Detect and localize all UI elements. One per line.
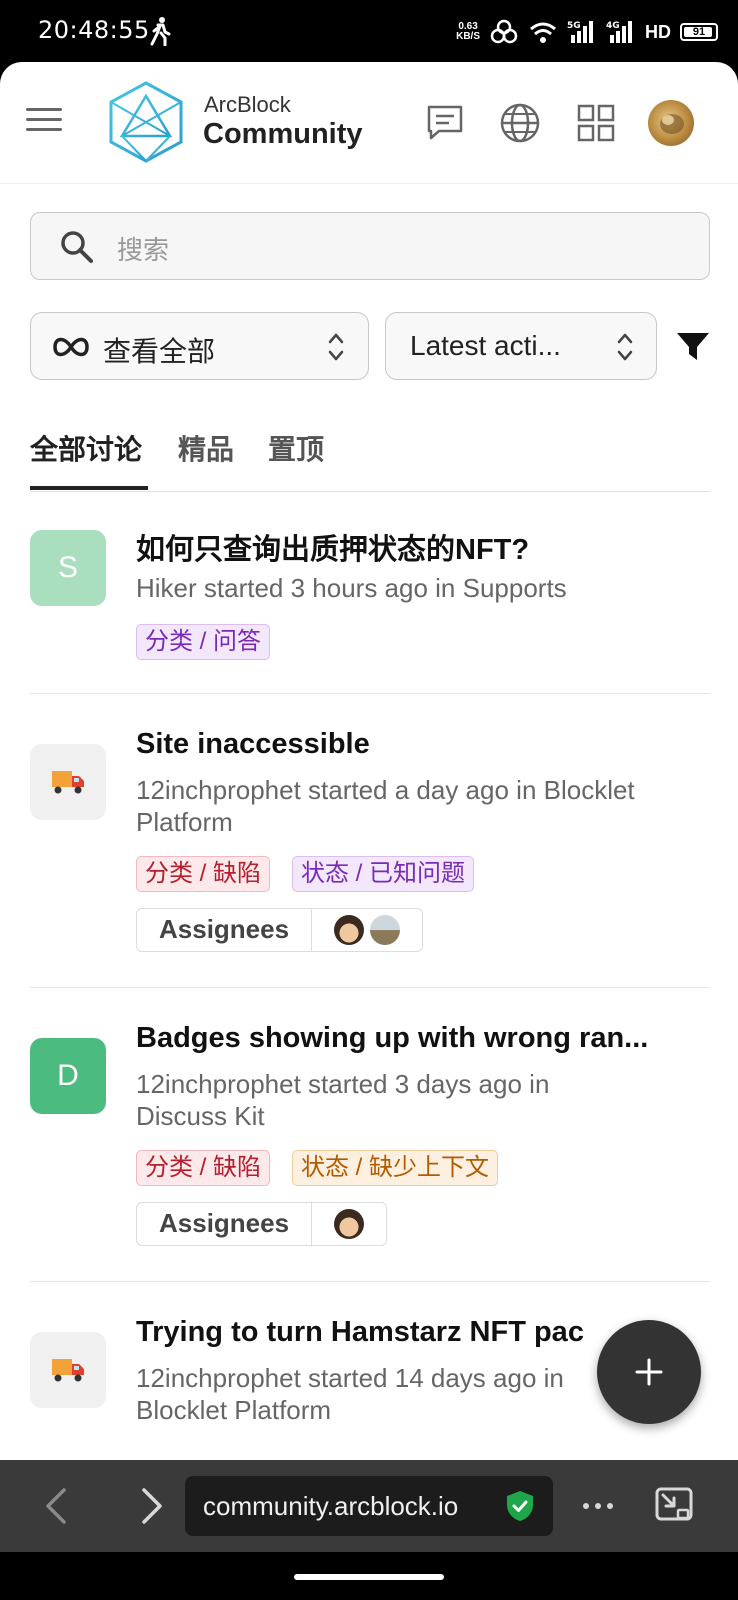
discussion-tabs: 全部讨论 精品 置顶: [30, 420, 710, 492]
filter-icon[interactable]: [676, 330, 710, 364]
tab-featured[interactable]: 精品: [178, 428, 234, 468]
assignee-avatar[interactable]: [334, 915, 365, 945]
chevron-up-down-icon: [328, 333, 344, 361]
post-avatar: [30, 1332, 106, 1408]
svg-text:4G: 4G: [606, 21, 620, 31]
assignees-group: Assignees: [136, 1202, 388, 1246]
logo-text-community: Community: [203, 118, 363, 150]
globe-icon: [500, 103, 540, 143]
more-options-icon[interactable]: [578, 1486, 618, 1526]
language-button[interactable]: [497, 100, 543, 146]
view-filter-select[interactable]: 查看全部: [30, 312, 369, 380]
tag-category[interactable]: 分类 / 问答: [136, 624, 271, 660]
home-indicator[interactable]: [294, 1574, 444, 1580]
signal-4g-icon: 4G: [606, 21, 632, 43]
chevron-up-down-icon: [617, 333, 633, 361]
chat-icon: [427, 105, 463, 140]
wifi-icon: [530, 22, 556, 43]
url-text: community.arcblock.io: [203, 1491, 459, 1521]
vpn-icon: [490, 19, 518, 44]
tag-category[interactable]: 分类 / 缺陷: [136, 856, 271, 892]
post-avatar: [30, 744, 106, 820]
menu-icon[interactable]: [26, 106, 62, 134]
post-meta: 12inchprophet started 3 days ago in Disc…: [136, 1069, 550, 1131]
tag-category[interactable]: 分类 / 缺陷: [136, 1150, 271, 1186]
post-meta: Hiker started 3 hours ago in Supports: [136, 573, 567, 603]
active-tab-indicator: [30, 486, 148, 490]
post-avatar: S: [30, 530, 106, 606]
user-avatar[interactable]: [648, 100, 694, 146]
post-item[interactable]: Site inaccessible 12inchprophet started …: [30, 694, 710, 988]
sort-value: Latest acti...: [410, 330, 561, 361]
search-input[interactable]: 搜索: [30, 212, 710, 280]
post-avatar: D: [30, 1038, 106, 1114]
post-meta: 12inchprophet started a day ago in Block…: [136, 775, 635, 837]
apps-button[interactable]: [573, 100, 619, 146]
assignees-label: Assignees: [137, 1203, 313, 1245]
assignees-group: Assignees: [136, 908, 424, 952]
grid-icon: [577, 104, 615, 142]
address-bar[interactable]: community.arcblock.io: [185, 1476, 553, 1536]
truck-icon: [52, 1359, 84, 1382]
signal-5g-icon: 5G: [567, 21, 593, 43]
tab-pinned[interactable]: 置顶: [268, 428, 324, 468]
post-item[interactable]: D Badges showing up with wrong ran... 12…: [30, 988, 710, 1282]
tab-all-discussions[interactable]: 全部讨论: [30, 428, 142, 468]
assignee-avatar[interactable]: [334, 1209, 365, 1239]
avatar-image: [660, 114, 684, 134]
back-icon[interactable]: [36, 1484, 80, 1528]
plus-icon: [635, 1358, 663, 1386]
assignee-avatar[interactable]: [370, 915, 401, 945]
search-icon: [61, 231, 93, 263]
status-time: 20:48:55: [38, 16, 150, 44]
sort-select[interactable]: Latest acti...: [385, 312, 657, 380]
logo-text-arcblock: ArcBlock: [204, 92, 291, 117]
chat-button[interactable]: [422, 100, 468, 146]
tag-status[interactable]: 状态 / 缺少上下文: [292, 1150, 499, 1186]
hd-indicator: HD: [645, 21, 671, 42]
post-item[interactable]: S 如何只查询出质押状态的NFT? Hiker started 3 hours …: [30, 494, 710, 694]
post-title[interactable]: Trying to turn Hamstarz NFT pac: [136, 1316, 584, 1349]
infinity-icon: [53, 337, 89, 357]
secure-shield-icon: [507, 1491, 533, 1521]
assignees-label: Assignees: [137, 909, 313, 951]
minimize-window-icon[interactable]: [654, 1486, 694, 1526]
web-page: ArcBlock Community 搜索 查看全部 Latest acti..…: [0, 62, 738, 1460]
arcblock-logo-icon[interactable]: [108, 80, 184, 164]
truck-icon: [52, 771, 84, 794]
post-meta: 12inchprophet started 14 days ago in Blo…: [136, 1363, 564, 1425]
post-title[interactable]: 如何只查询出质押状态的NFT?: [136, 526, 529, 568]
walking-icon: [150, 17, 171, 46]
post-title[interactable]: Badges showing up with wrong ran...: [136, 1022, 648, 1055]
tag-status[interactable]: 状态 / 已知问题: [292, 856, 475, 892]
gesture-area: [0, 1552, 738, 1600]
svg-text:5G: 5G: [567, 21, 581, 31]
status-bar: 20:48:55 0.63 KB/S 5G 4G HD 91: [0, 0, 738, 64]
forward-icon[interactable]: [128, 1484, 172, 1528]
view-filter-value: 查看全部: [103, 336, 216, 367]
search-placeholder: 搜索: [117, 235, 170, 265]
app-header: ArcBlock Community: [0, 62, 738, 184]
new-post-button[interactable]: [597, 1320, 701, 1424]
post-title[interactable]: Site inaccessible: [136, 728, 370, 761]
browser-toolbar: community.arcblock.io: [0, 1460, 738, 1552]
net-speed: 0.63 KB/S: [456, 21, 480, 42]
battery-icon: 91: [680, 23, 718, 41]
